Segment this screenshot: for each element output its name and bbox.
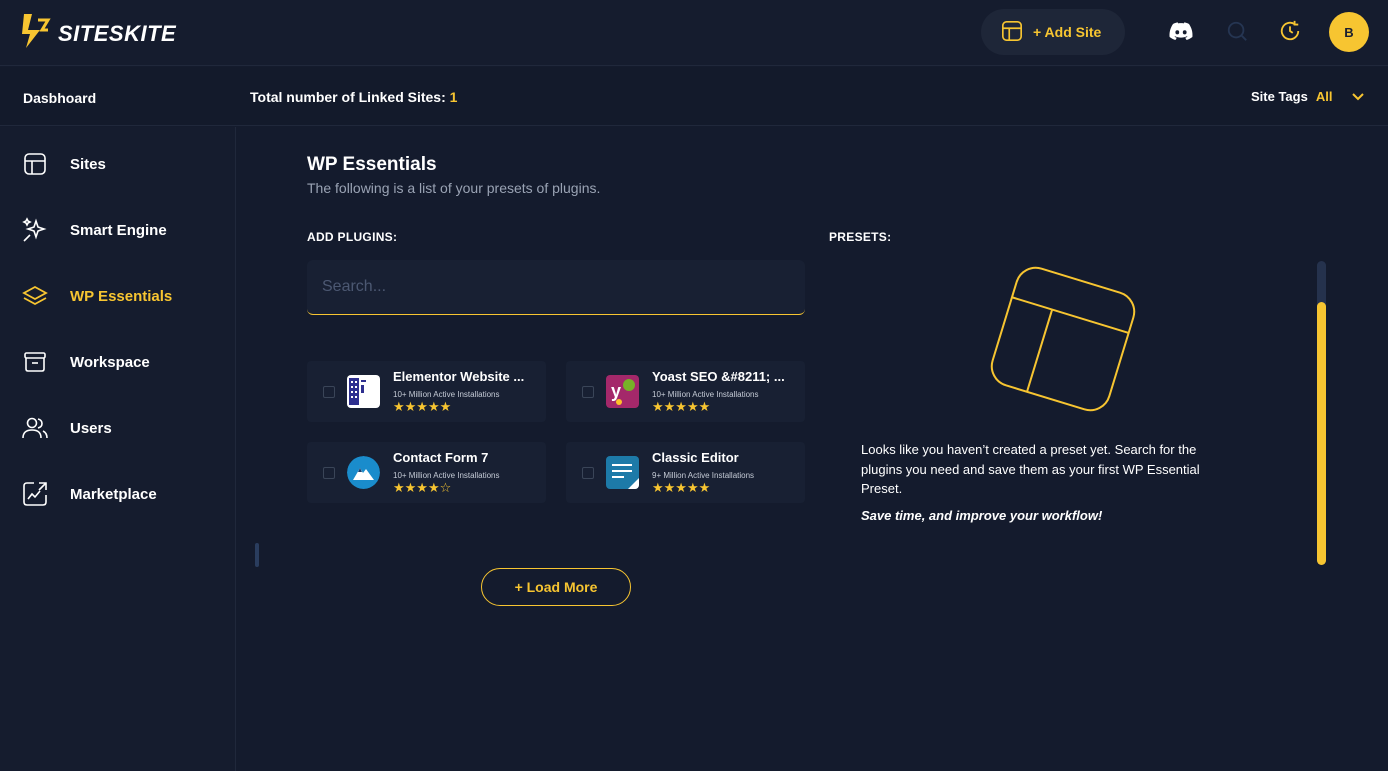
sidebar-item-label: Marketplace (70, 485, 157, 503)
linked-sites-label: Total number of Linked Sites: (250, 89, 446, 105)
archive-icon (22, 349, 48, 375)
sidebar-item-label: Workspace (70, 353, 150, 371)
marketplace-icon (22, 481, 48, 507)
load-more-button[interactable]: + Load More (481, 568, 631, 606)
breadcrumb[interactable]: Dasbhoard (23, 90, 96, 106)
discord-icon[interactable] (1168, 18, 1194, 44)
plugin-rating: ★★★★★ (652, 399, 711, 414)
page-title: WP Essentials (307, 154, 437, 175)
svg-text:y: y (611, 381, 621, 401)
add-site-label: + Add Site (1033, 24, 1102, 40)
presets-scrollbar-thumb[interactable] (1317, 302, 1326, 565)
plugin-search-input[interactable] (307, 260, 805, 315)
resize-handle[interactable] (255, 543, 259, 567)
plugin-rating: ★★★★★ (393, 399, 452, 414)
presets-empty-message: Looks like you haven’t created a preset … (861, 442, 1200, 496)
plugin-rating: ★★★★★ (652, 480, 711, 495)
plugin-installs: 10+ Million Active Installations (393, 471, 500, 480)
plugin-name: Classic Editor (652, 450, 739, 465)
sidebar-item-wp-essentials[interactable]: WP Essentials (22, 281, 222, 311)
plugin-installs: 9+ Million Active Installations (652, 471, 755, 480)
layout-icon (1001, 20, 1023, 45)
plugin-checkbox[interactable] (582, 386, 594, 398)
sidebar-item-sites[interactable]: Sites (22, 149, 222, 179)
user-avatar[interactable]: B (1329, 12, 1369, 52)
chevron-down-icon (1352, 89, 1365, 104)
add-site-button[interactable]: + Add Site (981, 9, 1125, 55)
top-bar: SITESKITE + Add Site B (0, 0, 1388, 66)
layout-icon (22, 151, 48, 177)
yoast-icon: y (606, 375, 639, 408)
users-icon (22, 415, 48, 441)
linked-sites-count: 1 (449, 89, 458, 105)
plugin-card-elementor[interactable]: Elementor Website ... 10+ Million Active… (307, 361, 546, 422)
brand-name: SITESKITE (58, 20, 177, 46)
add-plugins-label: ADD PLUGINS: (307, 230, 398, 244)
plugin-name: Yoast SEO &#8211; ... (652, 369, 785, 384)
sidebar-item-label: Sites (70, 155, 106, 173)
sub-bar: Dasbhoard Total number of Linked Sites: … (0, 67, 1388, 126)
site-tags-dropdown[interactable]: Site Tags All (1251, 89, 1365, 104)
linked-sites-summary: Total number of Linked Sites: 1 (250, 89, 457, 105)
sparkles-icon (22, 217, 48, 243)
plugin-name: Contact Form 7 (393, 450, 489, 465)
presets-label: PRESETS: (829, 230, 892, 244)
plugin-installs: 10+ Million Active Installations (652, 390, 759, 399)
sidebar-item-workspace[interactable]: Workspace (22, 347, 222, 377)
plugin-rating: ★★★★☆ (393, 480, 452, 495)
site-tags-label: Site Tags (1251, 89, 1308, 104)
sidebar: Sites Smart Engine WP Essentials Workspa… (0, 127, 236, 771)
elementor-icon (347, 375, 380, 408)
plugin-checkbox[interactable] (582, 467, 594, 479)
layers-icon (22, 283, 48, 309)
plugin-checkbox[interactable] (323, 467, 335, 479)
sidebar-item-users[interactable]: Users (22, 413, 222, 443)
history-icon[interactable] (1277, 18, 1303, 44)
plugin-name: Elementor Website ... (393, 369, 525, 384)
sidebar-item-marketplace[interactable]: Marketplace (22, 479, 222, 509)
plugin-installs: 10+ Million Active Installations (393, 390, 500, 399)
plugin-card-yoast[interactable]: y Yoast SEO &#8211; ... 10+ Million Acti… (566, 361, 805, 422)
sidebar-item-label: Users (70, 419, 112, 437)
site-tags-value: All (1315, 89, 1333, 104)
brand-logo[interactable]: SITESKITE (20, 12, 176, 55)
sidebar-item-label: WP Essentials (70, 287, 173, 305)
plugin-card-classic-editor[interactable]: Classic Editor 9+ Million Active Install… (566, 442, 805, 503)
page-subtitle: The following is a list of your presets … (307, 180, 601, 196)
contact-form-7-icon (347, 456, 380, 489)
bolt-icon (20, 12, 52, 55)
sidebar-item-smart-engine[interactable]: Smart Engine (22, 215, 222, 245)
presets-empty-emphasis: Save time, and improve your workflow! (861, 508, 1103, 523)
plugin-card-contact-form-7[interactable]: Contact Form 7 10+ Million Active Instal… (307, 442, 546, 503)
sidebar-item-label: Smart Engine (70, 221, 167, 239)
plugin-checkbox[interactable] (323, 386, 335, 398)
search-icon[interactable] (1224, 18, 1250, 44)
classic-editor-icon (606, 456, 639, 489)
empty-preset-layout-icon (990, 266, 1136, 412)
